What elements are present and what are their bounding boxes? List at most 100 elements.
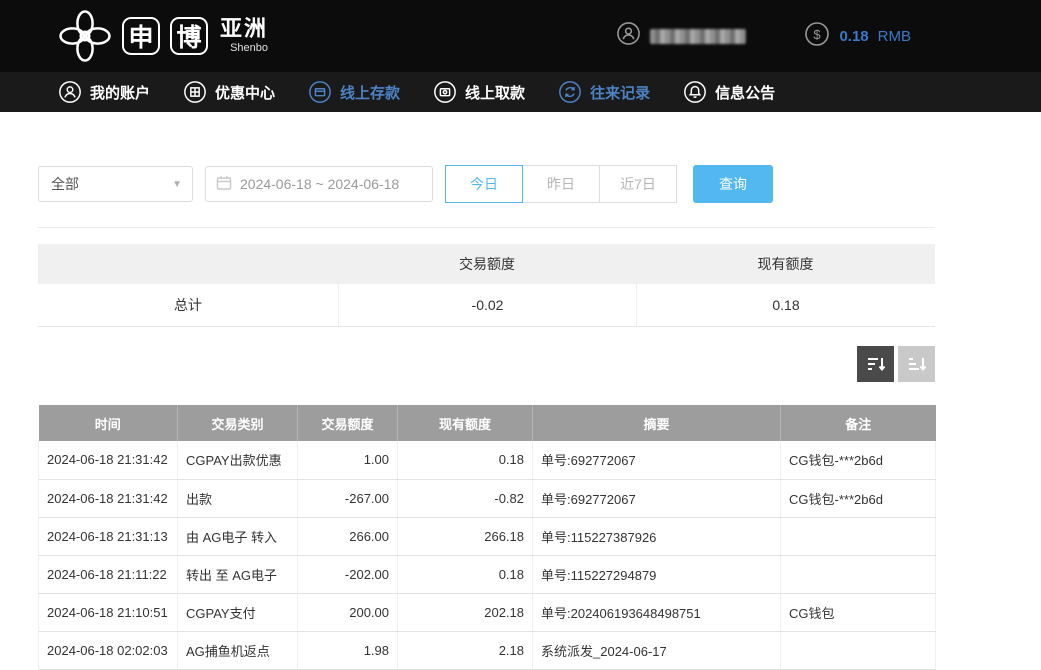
nav-label: 线上取款	[465, 82, 525, 103]
gift-icon	[183, 80, 207, 104]
date-range-input[interactable]: 2024-06-18 ~ 2024-06-18	[205, 166, 433, 202]
chevron-down-icon: ▼	[172, 179, 182, 190]
cell-summary: 单号:202406193648498751	[533, 593, 781, 631]
cell-amount: 266.00	[298, 517, 398, 555]
records-table: 时间 交易类别 交易额度 现有额度 摘要 备注 2024-06-18 21:31…	[38, 405, 936, 670]
summary-total-label: 总计	[38, 295, 338, 315]
col-header-balance: 现有额度	[398, 405, 533, 441]
cell-balance: 202.18	[398, 593, 533, 631]
filter-bar: 全部 ▼ 2024-06-18 ~ 2024-06-18 今日 昨日 近7日 查	[38, 165, 935, 203]
flower-logo-icon	[58, 9, 112, 63]
summary-total-amount: -0.02	[338, 284, 636, 326]
summary-header-amount: 交易额度	[338, 254, 636, 274]
nav-label: 往来记录	[590, 82, 650, 103]
sort-controls	[38, 346, 935, 382]
summary-total-balance: 0.18	[636, 284, 935, 326]
brand-subtitle: 亚洲 Shenbo	[220, 18, 268, 54]
table-row: 2024-06-18 21:31:42 CGPAY出款优惠 1.00 0.18 …	[39, 441, 936, 479]
cell-note	[781, 631, 936, 669]
bell-icon	[683, 80, 707, 104]
deposit-icon	[308, 80, 332, 104]
cell-type: 由 AG电子 转入	[178, 517, 298, 555]
nav-item-online-withdraw[interactable]: 线上取款	[433, 80, 525, 104]
type-select-value: 全部	[51, 174, 79, 194]
brand-latin: Shenbo	[230, 43, 268, 54]
col-header-amount: 交易额度	[298, 405, 398, 441]
brand-region: 亚洲	[220, 18, 268, 40]
col-header-time: 时间	[39, 405, 178, 441]
type-select[interactable]: 全部 ▼	[38, 166, 193, 202]
quick-today-button[interactable]: 今日	[445, 165, 523, 203]
top-header: 申 博 亚洲 Shenbo	[0, 0, 1041, 72]
date-range-value: 2024-06-18 ~ 2024-06-18	[240, 176, 399, 192]
cell-amount: 1.00	[298, 441, 398, 479]
brand-char-2: 博	[170, 17, 208, 55]
summary-table: 交易额度 现有额度 总计 -0.02 0.18	[38, 244, 935, 327]
cell-summary: 单号:692772067	[533, 479, 781, 517]
col-header-summary: 摘要	[533, 405, 781, 441]
cell-type: CGPAY出款优惠	[178, 441, 298, 479]
cell-amount: 1.98	[298, 631, 398, 669]
balance-currency: RMB	[878, 28, 911, 45]
cell-type: AG捕鱼机返点	[178, 631, 298, 669]
cell-note: CG钱包-***2b6d	[781, 479, 936, 517]
cell-amount: -202.00	[298, 555, 398, 593]
cell-type: 出款	[178, 479, 298, 517]
cell-summary: 系统派发_2024-06-17	[533, 631, 781, 669]
nav-item-transaction-records[interactable]: 往来记录	[558, 80, 650, 104]
summary-header-row: 交易额度 现有额度	[38, 244, 935, 284]
table-row: 2024-06-18 21:31:42 出款 -267.00 -0.82 单号:…	[39, 479, 936, 517]
table-row: 2024-06-18 02:02:03 AG捕鱼机返点 1.98 2.18 系统…	[39, 631, 936, 669]
cell-summary: 单号:692772067	[533, 441, 781, 479]
nav-item-promotions[interactable]: 优惠中心	[183, 80, 275, 104]
nav-label: 线上存款	[340, 82, 400, 103]
quick-range-group: 今日 昨日 近7日	[445, 165, 677, 203]
cell-time: 2024-06-18 21:31:13	[39, 517, 178, 555]
cell-time: 2024-06-18 21:10:51	[39, 593, 178, 631]
search-button[interactable]: 查询	[693, 165, 773, 203]
cell-summary: 单号:115227294879	[533, 555, 781, 593]
content-area: 全部 ▼ 2024-06-18 ~ 2024-06-18 今日 昨日 近7日 查	[38, 112, 935, 670]
balance-amount: 0.18	[839, 28, 868, 45]
table-row: 2024-06-18 21:11:22 转出 至 AG电子 -202.00 0.…	[39, 555, 936, 593]
cell-balance: -0.82	[398, 479, 533, 517]
nav-item-my-account[interactable]: 我的账户	[58, 80, 150, 104]
user-cluster[interactable]	[616, 21, 746, 51]
balance-cluster[interactable]: $ 0.18 RMB	[804, 21, 911, 51]
cell-type: CGPAY支付	[178, 593, 298, 631]
nav-item-online-deposit[interactable]: 线上存款	[308, 80, 400, 104]
records-table-header: 时间 交易类别 交易额度 现有额度 摘要 备注	[39, 405, 936, 441]
user-avatar-icon	[616, 21, 641, 51]
cell-amount: -267.00	[298, 479, 398, 517]
cell-type: 转出 至 AG电子	[178, 555, 298, 593]
quick-last7days-button[interactable]: 近7日	[599, 165, 677, 203]
nav-label: 优惠中心	[215, 82, 275, 103]
col-header-type: 交易类别	[178, 405, 298, 441]
cell-balance: 2.18	[398, 631, 533, 669]
col-header-note: 备注	[781, 405, 936, 441]
records-cycle-icon	[558, 80, 582, 104]
nav-label: 信息公告	[715, 82, 775, 103]
main-nav: 我的账户 优惠中心 线上存款	[0, 72, 1041, 112]
table-row: 2024-06-18 21:31:13 由 AG电子 转入 266.00 266…	[39, 517, 936, 555]
section-divider	[38, 227, 935, 228]
dollar-icon: $	[804, 21, 830, 51]
cell-time: 2024-06-18 02:02:03	[39, 631, 178, 669]
cell-amount: 200.00	[298, 593, 398, 631]
nav-item-announcements[interactable]: 信息公告	[683, 80, 775, 104]
cell-note: CG钱包-***2b6d	[781, 441, 936, 479]
account-icon	[58, 80, 82, 104]
brand-logo: 申 博 亚洲 Shenbo	[58, 9, 268, 63]
cell-summary: 单号:115227387926	[533, 517, 781, 555]
summary-total-row: 总计 -0.02 0.18	[38, 284, 935, 327]
username-redacted	[650, 29, 746, 44]
cell-note: CG钱包	[781, 593, 936, 631]
brand-char-1: 申	[122, 17, 160, 55]
table-row: 2024-06-18 21:10:51 CGPAY支付 200.00 202.1…	[39, 593, 936, 631]
nav-label: 我的账户	[90, 82, 150, 103]
sort-descending-button[interactable]	[857, 346, 894, 382]
cell-balance: 0.18	[398, 441, 533, 479]
header-right: $ 0.18 RMB	[616, 21, 911, 51]
quick-yesterday-button[interactable]: 昨日	[522, 165, 600, 203]
sort-ascending-button[interactable]	[898, 346, 935, 382]
